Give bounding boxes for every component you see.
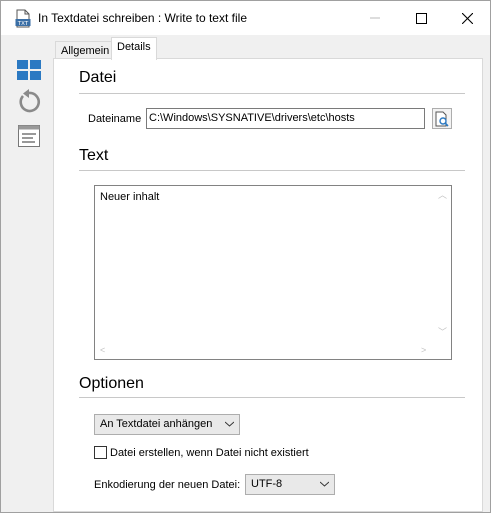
scroll-up-icon[interactable]: ︿ bbox=[438, 191, 447, 200]
vertical-scrollbar[interactable]: ︿ ﹀ bbox=[434, 186, 451, 342]
grid-view-button[interactable] bbox=[16, 57, 42, 83]
text-view-icon bbox=[18, 125, 40, 147]
tab-details[interactable]: Details bbox=[111, 37, 157, 60]
write-mode-value: An Textdatei anhängen bbox=[100, 418, 213, 430]
scroll-right-icon[interactable]: > bbox=[421, 346, 426, 355]
close-icon bbox=[461, 12, 473, 24]
filename-label: Dateiname bbox=[88, 113, 142, 125]
scroll-down-icon[interactable]: ﹀ bbox=[438, 328, 447, 337]
filename-field[interactable]: C:\Windows\SYSNATIVE\drivers\etc\hosts bbox=[146, 108, 425, 129]
chevron-down-icon bbox=[224, 418, 235, 433]
section-divider bbox=[79, 93, 465, 94]
details-panel: Datei Dateiname C:\Windows\SYSNATIVE\dri… bbox=[53, 58, 483, 512]
text-content-area[interactable]: Neuer inhalt ︿ ﹀ < > bbox=[94, 185, 452, 360]
window-title: In Textdatei schreiben : Write to text f… bbox=[38, 11, 247, 25]
text-file-icon: TXT bbox=[15, 9, 31, 28]
section-divider bbox=[79, 397, 465, 398]
refresh-icon bbox=[19, 89, 41, 113]
dialog-window: TXT In Textdatei schreiben : Write to te… bbox=[0, 0, 491, 513]
left-toolbar bbox=[1, 35, 49, 512]
text-content: Neuer inhalt bbox=[100, 191, 160, 203]
app-icon-label: TXT bbox=[17, 21, 29, 27]
tab-allgemein[interactable]: Allgemein bbox=[55, 41, 116, 59]
browse-file-icon bbox=[435, 111, 449, 127]
refresh-button[interactable] bbox=[16, 88, 42, 114]
scroll-left-icon[interactable]: < bbox=[100, 346, 105, 355]
write-mode-dropdown[interactable]: An Textdatei anhängen bbox=[94, 414, 240, 435]
encoding-label: Enkodierung der neuen Datei: bbox=[94, 479, 241, 491]
section-title-optionen: Optionen bbox=[79, 375, 144, 392]
section-title-datei: Datei bbox=[79, 69, 117, 86]
maximize-icon bbox=[415, 12, 427, 24]
close-button[interactable] bbox=[444, 1, 490, 35]
create-file-label: Datei erstellen, wenn Datei nicht existi… bbox=[110, 447, 309, 459]
encoding-dropdown[interactable]: UTF-8 bbox=[245, 474, 335, 495]
scroll-corner bbox=[434, 342, 451, 359]
section-divider bbox=[79, 170, 465, 171]
grid-view-icon bbox=[17, 60, 41, 80]
chevron-down-icon bbox=[319, 478, 330, 493]
browse-file-button[interactable] bbox=[432, 108, 452, 129]
text-view-button[interactable] bbox=[16, 123, 42, 149]
maximize-button[interactable] bbox=[398, 1, 444, 35]
create-file-checkbox[interactable] bbox=[94, 446, 107, 459]
title-bar: TXT In Textdatei schreiben : Write to te… bbox=[1, 1, 490, 35]
minimize-button[interactable] bbox=[352, 1, 398, 35]
tab-bar: Allgemein Details bbox=[49, 35, 490, 60]
horizontal-scrollbar[interactable]: < > bbox=[95, 342, 435, 359]
section-title-text: Text bbox=[79, 147, 109, 164]
encoding-value: UTF-8 bbox=[251, 478, 283, 490]
minimize-icon bbox=[370, 17, 380, 19]
